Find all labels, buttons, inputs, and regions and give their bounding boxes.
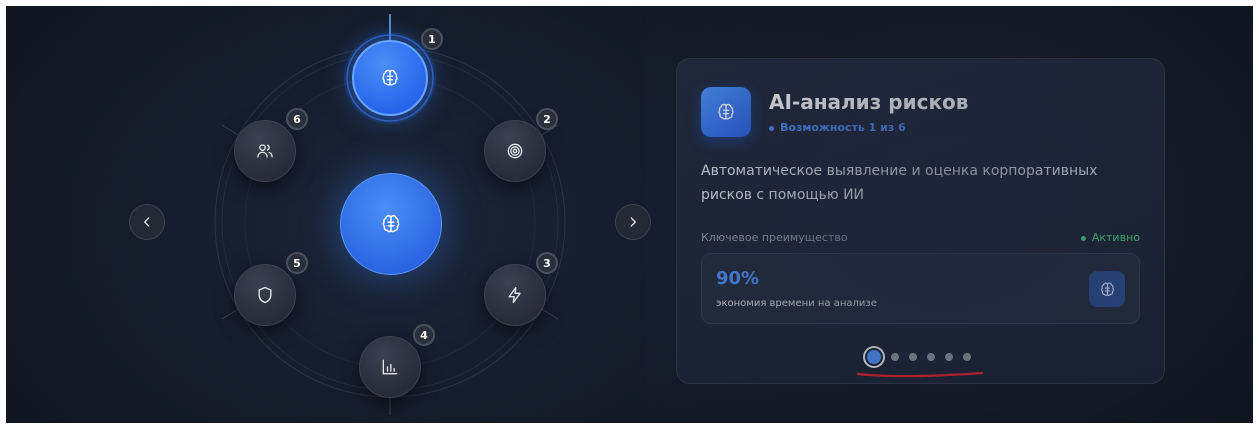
- brain-icon: [382, 69, 398, 86]
- prev-button[interactable]: [129, 204, 165, 240]
- card-feature-icon: [701, 87, 751, 137]
- features-showcase: 1 2 3 4 5 6 AI-анализ рисков Возможность…: [6, 6, 1253, 423]
- lightning-icon: [508, 286, 521, 304]
- brain-icon: [1100, 282, 1114, 296]
- card-title: AI-анализ рисков: [769, 90, 969, 114]
- feature-number-badge: 4: [413, 324, 435, 346]
- brain-icon: [382, 215, 400, 233]
- pagination-dot-6[interactable]: [963, 353, 971, 361]
- status-dot: [1080, 235, 1086, 241]
- card-description: Автоматическое выявление и оценка корпор…: [701, 163, 1098, 203]
- bar-chart-icon: [382, 359, 398, 375]
- chevron-left-icon: [144, 217, 150, 227]
- feature-detail-card: AI-анализ рисков Возможность 1 из 6 Авто…: [676, 58, 1165, 384]
- card-subtitle-text: Возможность 1 из 6: [780, 121, 906, 134]
- pagination-dots: [867, 349, 981, 365]
- target-icon: [507, 143, 523, 159]
- status-badge: Активно: [1080, 231, 1140, 244]
- feature-node-team[interactable]: [234, 120, 296, 182]
- center-feature-hub: [340, 173, 442, 275]
- feature-node-speed[interactable]: [484, 264, 546, 326]
- key-benefit-box: 90% экономия времени на анализе: [701, 253, 1140, 324]
- feature-node-target[interactable]: [484, 120, 546, 182]
- feature-number-badge: 3: [536, 252, 558, 274]
- users-icon: [257, 144, 273, 158]
- metric-value: 90%: [716, 268, 760, 289]
- metric-caption: экономия времени на анализе: [716, 298, 877, 309]
- subtitle-dot: [769, 125, 774, 131]
- feature-number-badge: 6: [286, 108, 308, 130]
- feature-number-badge: 1: [421, 28, 443, 50]
- feature-number-badge: 5: [286, 252, 308, 274]
- metric-icon: [1089, 271, 1125, 307]
- feature-node-ai-risk[interactable]: [352, 40, 428, 116]
- key-benefit-label: Ключевое преимущество: [701, 231, 848, 244]
- brain-icon: [718, 103, 734, 120]
- feature-node-security[interactable]: [234, 264, 296, 326]
- shield-icon: [258, 286, 272, 304]
- pagination-dot-4[interactable]: [927, 353, 935, 361]
- card-subtitle: Возможность 1 из 6: [769, 121, 906, 134]
- red-annotation-underline: [856, 371, 984, 378]
- chevron-right-icon: [630, 217, 636, 227]
- feature-node-analytics[interactable]: [359, 336, 421, 398]
- status-text: Активно: [1091, 231, 1140, 244]
- feature-number-badge: 2: [536, 108, 558, 130]
- pagination-dot-5[interactable]: [945, 353, 953, 361]
- pagination-dot-2[interactable]: [891, 353, 899, 361]
- pagination-dot-3[interactable]: [909, 353, 917, 361]
- pagination-dot-1[interactable]: [867, 350, 881, 364]
- next-button[interactable]: [615, 204, 651, 240]
